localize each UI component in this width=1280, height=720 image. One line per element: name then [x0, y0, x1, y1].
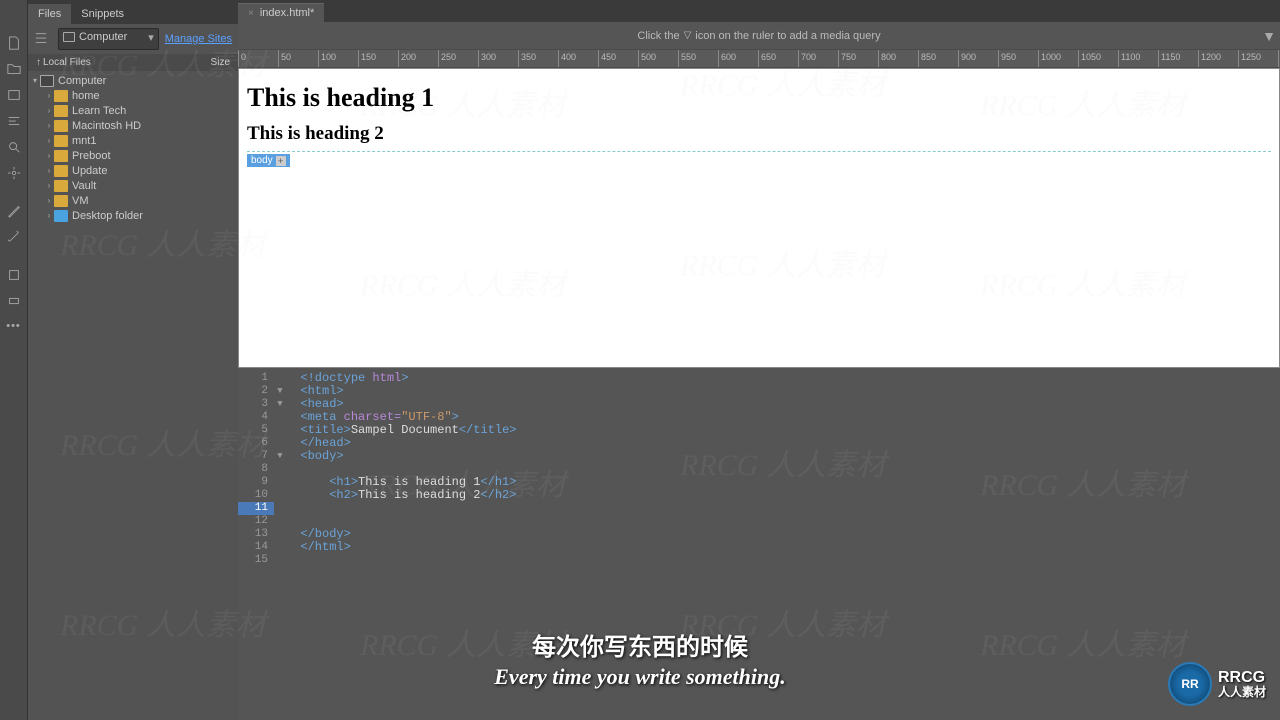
- tree-item[interactable]: ›Update: [28, 163, 238, 178]
- file-tree: ▾Computer ›home›Learn Tech›Macintosh HD›…: [28, 71, 238, 225]
- ruler-tick: 800: [878, 50, 896, 68]
- ruler-tick: 100: [318, 50, 336, 68]
- preview-h2: This is heading 2: [247, 123, 1271, 145]
- site-selector-label: Computer: [79, 31, 127, 43]
- ruler-tick: 1000: [1038, 50, 1061, 68]
- element-outline: [247, 151, 1271, 152]
- ruler-tick: 1050: [1078, 50, 1101, 68]
- preview-h1: This is heading 1: [247, 83, 1271, 113]
- tree-item[interactable]: ›Desktop folder: [28, 208, 238, 223]
- doc-tab-index[interactable]: × index.html*: [238, 3, 324, 22]
- ruler-tick: 450: [598, 50, 616, 68]
- ruler-tick: 200: [398, 50, 416, 68]
- tool-new-file[interactable]: [0, 30, 28, 56]
- tool-format[interactable]: [0, 108, 28, 134]
- hint-pre: Click the: [637, 30, 679, 42]
- files-panel: Files Snippets Computer Manage Sites ↑Lo…: [28, 0, 238, 720]
- code-line[interactable]: 11: [238, 502, 1280, 515]
- tree-root-label: Computer: [58, 75, 106, 87]
- code-line[interactable]: 7▼ <body>: [238, 450, 1280, 463]
- tree-item[interactable]: ›mnt1: [28, 133, 238, 148]
- code-line[interactable]: 5 <title>Sampel Document</title>: [238, 424, 1280, 437]
- ruler-tick: 900: [958, 50, 976, 68]
- ruler-tick: 700: [798, 50, 816, 68]
- ruler-tick: 950: [998, 50, 1016, 68]
- add-selector-icon[interactable]: +: [276, 156, 286, 166]
- body-selector-badge[interactable]: body +: [247, 154, 290, 167]
- ruler-tick: 0: [238, 50, 246, 68]
- tab-snippets[interactable]: Snippets: [71, 4, 134, 24]
- code-line[interactable]: 10 <h2>This is heading 2</h2>: [238, 489, 1280, 502]
- tool-more[interactable]: •••: [0, 320, 27, 332]
- tree-item[interactable]: ›home: [28, 88, 238, 103]
- ruler-tick: 850: [918, 50, 936, 68]
- ruler-tick: 50: [278, 50, 291, 68]
- tool-expand[interactable]: [0, 262, 28, 288]
- media-query-hint: Click the ▽ icon on the ruler to add a m…: [238, 22, 1280, 50]
- tool-view[interactable]: [0, 82, 28, 108]
- code-line[interactable]: 1 <!doctype html>: [238, 372, 1280, 385]
- code-line[interactable]: 14 </html>: [238, 541, 1280, 554]
- ruler-tick: 550: [678, 50, 696, 68]
- code-line[interactable]: 6 </head>: [238, 437, 1280, 450]
- ruler-tick: 400: [558, 50, 576, 68]
- tab-files[interactable]: Files: [28, 4, 71, 24]
- ruler-end-marker[interactable]: ▼: [1262, 28, 1276, 44]
- tool-wand[interactable]: [0, 224, 28, 250]
- tree-item[interactable]: ›Learn Tech: [28, 103, 238, 118]
- ruler-tick: 1150: [1158, 50, 1180, 68]
- code-line[interactable]: 13 </body>: [238, 528, 1280, 541]
- tool-collapse[interactable]: [0, 288, 28, 314]
- col-local-files: ↑Local Files: [36, 57, 91, 68]
- code-line[interactable]: 15: [238, 554, 1280, 567]
- ruler-tick: 150: [358, 50, 376, 68]
- ruler-tick: 1250: [1238, 50, 1261, 68]
- panel-menu-icon[interactable]: [34, 31, 52, 48]
- left-toolbar: •••: [0, 0, 28, 720]
- body-badge-label: body: [251, 155, 273, 166]
- manage-sites-link[interactable]: Manage Sites: [165, 33, 232, 45]
- ruler-tick: 300: [478, 50, 496, 68]
- ruler-tick: 600: [718, 50, 736, 68]
- tool-brush[interactable]: [0, 198, 28, 224]
- live-preview[interactable]: This is heading 1 This is heading 2 body…: [238, 68, 1280, 368]
- tree-item[interactable]: ›Preboot: [28, 148, 238, 163]
- ruler-tick: 650: [758, 50, 776, 68]
- hint-post: icon on the ruler to add a media query: [695, 30, 880, 42]
- code-line[interactable]: 12: [238, 515, 1280, 528]
- ruler[interactable]: 0 50 100 150 200 250 300 350 400 450 500 550 600 650 7…: [238, 50, 1280, 68]
- tool-find[interactable]: [0, 134, 28, 160]
- ruler-tick: 250: [438, 50, 456, 68]
- tree-item[interactable]: ›Macintosh HD: [28, 118, 238, 133]
- tree-root[interactable]: ▾Computer: [28, 73, 238, 88]
- site-selector[interactable]: Computer: [58, 28, 159, 50]
- code-editor[interactable]: 1 <!doctype html>2▼ <html>3▼ <head>4 <me…: [238, 368, 1280, 720]
- close-tab-icon[interactable]: ×: [248, 8, 254, 19]
- tool-folder[interactable]: [0, 56, 28, 82]
- col-size: Size: [211, 57, 230, 68]
- ruler-tick: 750: [838, 50, 856, 68]
- doc-tab-label: index.html*: [260, 7, 314, 19]
- ruler-tick: 1100: [1118, 50, 1140, 68]
- tree-item[interactable]: ›VM: [28, 193, 238, 208]
- ruler-tick: 350: [518, 50, 536, 68]
- tool-settings[interactable]: [0, 160, 28, 186]
- ruler-tick: 1200: [1198, 50, 1221, 68]
- tree-item[interactable]: ›Vault: [28, 178, 238, 193]
- ruler-tick: 500: [638, 50, 656, 68]
- ruler-marker-icon: ▽: [684, 30, 692, 41]
- document-tabs: × index.html*: [238, 0, 1280, 22]
- code-line[interactable]: 2▼ <html>: [238, 385, 1280, 398]
